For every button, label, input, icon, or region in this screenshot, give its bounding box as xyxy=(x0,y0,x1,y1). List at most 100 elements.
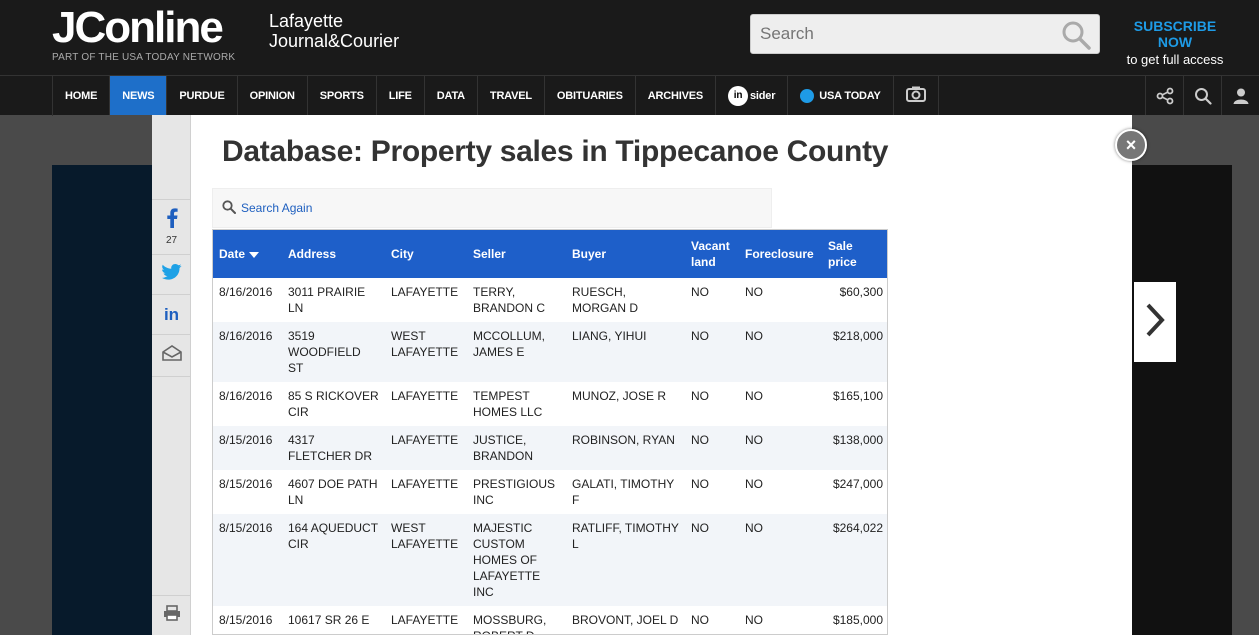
cell-city: WEST LAFAYETTE xyxy=(385,322,467,382)
cell-address: 4317 FLETCHER DR xyxy=(282,426,385,470)
column-header-seller[interactable]: Seller xyxy=(467,230,566,278)
cell-city: LAFAYETTE xyxy=(385,426,467,470)
cell-vacant: NO xyxy=(685,382,739,426)
table-row: 8/16/2016 3011 PRAIRIE LN LAFAYETTE TERR… xyxy=(213,278,887,322)
close-icon: × xyxy=(1125,134,1137,155)
twitter-share-button[interactable] xyxy=(152,255,191,295)
chevron-right-icon xyxy=(1144,302,1166,343)
cell-date: 8/15/2016 xyxy=(213,426,282,470)
cell-buyer: RUESCH, MORGAN D xyxy=(566,278,685,322)
column-header-city[interactable]: City xyxy=(385,230,467,278)
search-input[interactable] xyxy=(751,15,1051,53)
subscribe-link[interactable]: SUBSCRIBE NOW to get full access xyxy=(1119,18,1231,67)
table-row: 8/15/2016 164 AQUEDUCT CIR WEST LAFAYETT… xyxy=(213,514,887,606)
cell-foreclosure: NO xyxy=(739,322,822,382)
cell-address: 85 S RICKOVER CIR xyxy=(282,382,385,426)
printer-icon xyxy=(163,605,181,626)
nav-item-insider[interactable]: in sider xyxy=(716,76,789,115)
cell-city: WEST LAFAYETTE xyxy=(385,514,467,606)
vacant-line2: land xyxy=(691,255,716,269)
nav-item-travel[interactable]: TRAVEL xyxy=(478,76,545,115)
cell-city: LAFAYETTE xyxy=(385,470,467,514)
vacant-line1: Vacant xyxy=(691,239,730,253)
sort-down-icon xyxy=(249,251,260,258)
nav-item-opinion[interactable]: OPINION xyxy=(238,76,308,115)
share-rail-top xyxy=(152,115,190,200)
cell-price: $264,022 xyxy=(822,514,887,606)
nav-item-photos[interactable] xyxy=(894,76,939,115)
cell-date: 8/15/2016 xyxy=(213,470,282,514)
cell-address: 10617 SR 26 E xyxy=(282,606,385,634)
column-header-buyer[interactable]: Buyer xyxy=(566,230,685,278)
cell-price: $247,000 xyxy=(822,470,887,514)
facebook-share-count: 27 xyxy=(165,235,178,246)
nav-item-usatoday[interactable]: USA TODAY xyxy=(788,76,894,115)
twitter-icon xyxy=(161,264,182,285)
cell-address: 4607 DOE PATH LN xyxy=(282,470,385,514)
cell-buyer: BROVONT, JOEL D xyxy=(566,606,685,634)
column-header-date[interactable]: Date xyxy=(213,230,282,278)
cell-city: LAFAYETTE xyxy=(385,606,467,634)
cell-buyer: MUNOZ, JOSE R xyxy=(566,382,685,426)
facebook-share-button[interactable]: 27 xyxy=(152,200,191,255)
nav-item-news[interactable]: NEWS xyxy=(110,76,168,115)
linkedin-icon: in xyxy=(163,304,180,324)
cell-seller: MCCOLLUM, JAMES E xyxy=(467,322,566,382)
cell-seller: JUSTICE, BRANDON xyxy=(467,426,566,470)
email-icon xyxy=(161,345,182,366)
cell-vacant: NO xyxy=(685,426,739,470)
cell-date: 8/16/2016 xyxy=(213,322,282,382)
nav-item-obituaries[interactable]: OBITUARIES xyxy=(545,76,636,115)
column-header-vacant-land[interactable]: Vacant land xyxy=(685,230,739,278)
share-network-icon[interactable] xyxy=(1145,76,1183,115)
cell-vacant: NO xyxy=(685,470,739,514)
search-again-label: Search Again xyxy=(241,201,313,215)
backdrop-right-panel xyxy=(1132,165,1232,635)
site-search xyxy=(750,14,1100,54)
nav-item-home[interactable]: HOME xyxy=(53,76,111,115)
cell-city: LAFAYETTE xyxy=(385,382,467,426)
network-tagline: PART OF THE USA TODAY NETWORK xyxy=(52,52,236,63)
linkedin-share-button[interactable]: in xyxy=(152,295,191,335)
sales-table: Date Address City Seller Buyer Vacant lan… xyxy=(213,230,887,634)
email-share-button[interactable] xyxy=(152,335,191,377)
subscribe-subtitle: to get full access xyxy=(1126,52,1224,67)
cell-date: 8/16/2016 xyxy=(213,382,282,426)
site-logo[interactable]: JConline xyxy=(52,4,224,52)
sales-table-container[interactable]: Date Address City Seller Buyer Vacant lan… xyxy=(212,229,888,635)
user-account-icon[interactable] xyxy=(1221,76,1259,115)
usatoday-label: USA TODAY xyxy=(819,89,881,102)
column-header-foreclosure[interactable]: Foreclosure xyxy=(739,230,822,278)
nav-item-life[interactable]: LIFE xyxy=(377,76,425,115)
nav-item-sports[interactable]: SPORTS xyxy=(308,76,377,115)
cell-foreclosure: NO xyxy=(739,278,822,322)
close-modal-button[interactable]: × xyxy=(1115,129,1147,161)
cell-foreclosure: NO xyxy=(739,382,822,426)
camera-icon xyxy=(905,86,926,105)
nav-item-purdue[interactable]: PURDUE xyxy=(167,76,238,115)
cell-date: 8/15/2016 xyxy=(213,514,282,606)
next-slide-button[interactable] xyxy=(1134,282,1176,362)
cell-address: 3011 PRAIRIE LN xyxy=(282,278,385,322)
nav-search-icon[interactable] xyxy=(1183,76,1221,115)
cell-date: 8/15/2016 xyxy=(213,606,282,634)
cell-buyer: LIANG, YIHUI xyxy=(566,322,685,382)
print-button[interactable] xyxy=(152,595,191,635)
page-title: Database: Property sales in Tippecanoe C… xyxy=(222,135,889,168)
column-header-sale-price[interactable]: Sale price xyxy=(822,230,887,278)
cell-buyer: ROBINSON, RYAN xyxy=(566,426,685,470)
database-modal: 27 in Database: Property sales in Tippec… xyxy=(152,115,1132,635)
table-row: 8/15/2016 4317 FLETCHER DR LAFAYETTE JUS… xyxy=(213,426,887,470)
search-again-link[interactable]: Search Again xyxy=(212,188,772,228)
search-icon[interactable] xyxy=(1061,20,1091,50)
cell-seller: TEMPEST HOMES LLC xyxy=(467,382,566,426)
cell-seller: PRESTIGIOUS INC xyxy=(467,470,566,514)
cell-seller: MAJESTIC CUSTOM HOMES OF LAFAYETTE INC xyxy=(467,514,566,606)
nav-item-data[interactable]: DATA xyxy=(425,76,478,115)
column-header-address[interactable]: Address xyxy=(282,230,385,278)
nav-item-archives[interactable]: ARCHIVES xyxy=(636,76,716,115)
cell-vacant: NO xyxy=(685,278,739,322)
cell-vacant: NO xyxy=(685,322,739,382)
cell-address: 164 AQUEDUCT CIR xyxy=(282,514,385,606)
insider-label: sider xyxy=(750,89,776,102)
